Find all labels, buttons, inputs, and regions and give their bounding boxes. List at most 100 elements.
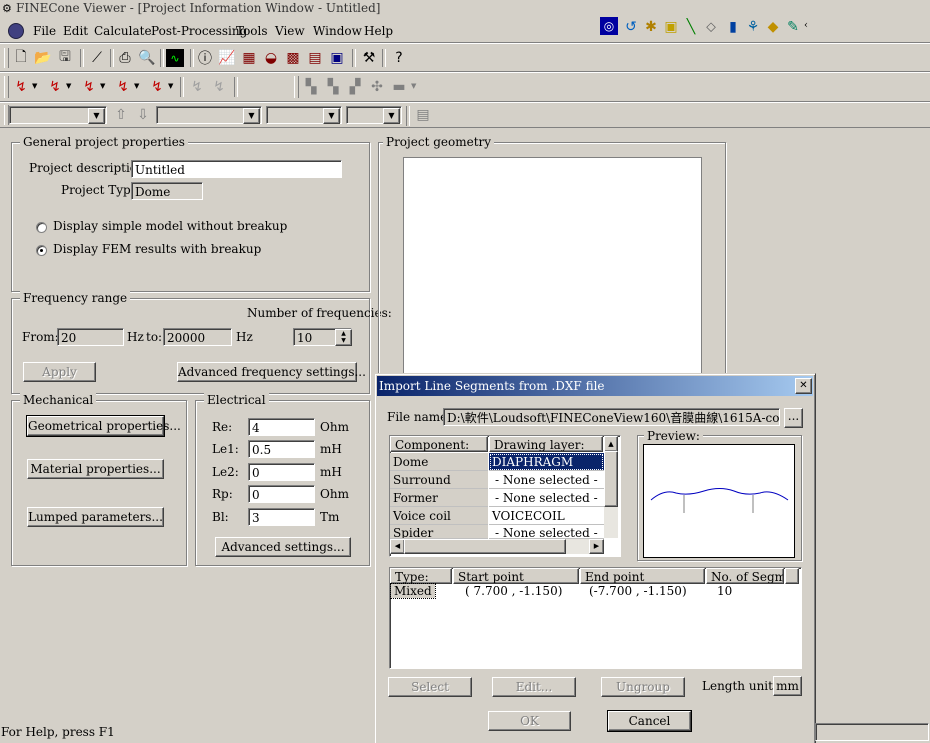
hscroll-thumb[interactable] [404,539,566,554]
file-name-input[interactable]: D:\軟件\Loudsoft\FINEConeView160\音膜曲線\1615… [443,408,780,426]
scroll-right-button[interactable]: ▶ [589,539,604,554]
col-component-header[interactable]: Component: [390,436,488,452]
advanced-frequency-button[interactable]: Advanced frequency settings... [177,362,366,382]
component-row-surround[interactable]: Surround [390,471,488,489]
seg-col-end[interactable]: End point [580,568,705,584]
style-combo[interactable]: ▼ [156,106,262,124]
layer-cell-spider[interactable]: - None selected - [489,525,604,539]
directivity-chart-icon[interactable]: ▩ [282,47,304,69]
response-chart-icon[interactable]: 📈 [216,47,238,69]
material-properties-button[interactable]: Material properties... [27,459,164,479]
menu-view[interactable]: View [275,22,305,40]
menu-post-processing[interactable]: Post-Processing [151,22,247,40]
component-row-spider[interactable]: Spider [390,525,488,539]
line-tool-6-icon[interactable]: ↯ [186,76,208,98]
layer-cell-voice-coil[interactable]: VOICECOIL [489,507,604,525]
seg-col-start[interactable]: Start point [453,568,579,584]
wand-icon[interactable]: ⟋ [86,47,108,69]
component-row-voice-coil[interactable]: Voice coil [390,507,488,525]
layer-cell-dome[interactable]: DIAPHRAGM [489,453,604,471]
menu-help[interactable]: Help [364,22,393,40]
animation-icon[interactable]: ▣ [326,47,348,69]
ok-button[interactable]: OK [488,711,571,731]
layer-cell-surround[interactable]: - None selected - [489,471,604,489]
menu-window[interactable]: Window [313,22,362,40]
layer-combo[interactable]: ▼ [9,106,107,124]
width-combo[interactable]: ▼ [266,106,342,124]
cancel-button[interactable]: Cancel [607,710,692,732]
ungroup-button[interactable]: Ungroup [601,677,685,697]
select-button[interactable]: Select [388,677,472,697]
col-layer-header[interactable]: Drawing layer: [489,436,603,452]
shape-tool-3-icon[interactable]: ▞ [344,76,366,98]
seg-col-count[interactable]: No. of Segm... [706,568,784,584]
rp-input[interactable]: 0 [248,485,315,503]
shape-tool-4-icon[interactable]: ✣ [366,76,388,98]
grid-vscroll[interactable]: ▲ [604,436,618,538]
line-tool-4-icon[interactable]: ↯ [112,76,134,98]
radio-fem-label[interactable]: Display FEM results with breakup [53,242,261,256]
bl-input[interactable]: 3 [248,508,315,526]
apply-button[interactable]: Apply [23,362,96,382]
line-tool-1-icon[interactable]: ↯ [10,76,32,98]
radio-simple-label[interactable]: Display simple model without breakup [53,219,287,233]
help-icon[interactable]: ? [388,47,410,69]
hammer-icon[interactable]: ⚒ [358,47,380,69]
menu-file[interactable]: File [33,22,56,40]
seg-col-type[interactable]: Type: [390,568,452,584]
dialog-close-button[interactable]: ✕ [795,378,812,394]
segment-row-end[interactable]: (-7.700 , -1.150) [589,584,687,598]
le1-input[interactable]: 0.5 [248,440,315,458]
segment-row-type[interactable]: Mixed [390,583,436,599]
scroll-thumb[interactable] [604,451,618,507]
radio-fem-results[interactable] [36,245,47,256]
menu-calculate[interactable]: Calculate [94,22,152,40]
menu-tools[interactable]: Tools [236,22,268,40]
print-icon[interactable]: ⎙ [114,47,136,69]
line-tool-5-icon[interactable]: ↯ [146,76,168,98]
line-tool-7-icon[interactable]: ↯ [208,76,230,98]
segment-row-start[interactable]: ( 7.700 , -1.150) [465,584,562,598]
radio-simple-model[interactable] [36,222,47,233]
advanced-electrical-button[interactable]: Advanced settings... [215,537,351,557]
polar-chart-icon[interactable]: ◒ [260,47,282,69]
new-file-icon[interactable]: 🗋 [10,47,32,69]
document-icon[interactable] [8,23,24,39]
project-description-input[interactable]: Untitled [131,160,342,178]
re-input[interactable]: 4 [248,418,315,436]
segment-row-count[interactable]: 10 [717,584,732,598]
length-unit-button[interactable]: mm [773,676,802,696]
le2-input[interactable]: 0 [248,463,315,481]
grid-hscroll[interactable]: ◀ ▶ [390,539,604,554]
line-tool-2-icon[interactable]: ↯ [44,76,66,98]
from-input[interactable]: 20 [57,328,124,346]
component-row-former[interactable]: Former [390,489,488,507]
lumped-parameters-button[interactable]: Lumped parameters... [27,507,164,527]
scroll-left-button[interactable]: ◀ [390,539,405,554]
arrow-down-icon[interactable]: ⇩ [132,104,154,126]
shape-tool-5-icon[interactable]: ▬ [388,76,410,98]
arrow-up-icon[interactable]: ⇧ [110,104,132,126]
impedance-chart-icon[interactable]: ▦ [238,47,260,69]
geometrical-properties-button[interactable]: Geometrical properties... [26,415,181,437]
oscilloscope-icon[interactable]: ∿ [166,49,184,67]
line-tool-3-icon[interactable]: ↯ [78,76,100,98]
browse-button[interactable]: ... [784,408,803,428]
geometry-canvas[interactable] [403,157,702,379]
info-icon[interactable]: ⓘ [194,47,216,69]
frequency-spinner[interactable]: ▲ ▼ [335,329,352,346]
scroll-up-button[interactable]: ▲ [604,436,618,452]
open-folder-icon[interactable]: 📂 [32,47,54,69]
layer-cell-former[interactable]: - None selected - [489,489,604,507]
print-preview-icon[interactable]: 🔍 [136,47,158,69]
to-input[interactable]: 20000 [163,328,232,346]
table-chart-icon[interactable]: ▤ [304,47,326,69]
component-row-dome[interactable]: Dome [390,453,488,471]
menu-edit[interactable]: Edit [63,22,88,40]
shape-tool-2-icon[interactable]: ▚ [322,76,344,98]
save-icon[interactable]: 🖫 [54,47,76,69]
settings-tool-icon[interactable]: ▤ [412,104,434,126]
edit-button[interactable]: Edit... [492,677,576,697]
color-combo[interactable]: ▼ [346,106,402,124]
shape-tool-1-icon[interactable]: ▚ [300,76,322,98]
